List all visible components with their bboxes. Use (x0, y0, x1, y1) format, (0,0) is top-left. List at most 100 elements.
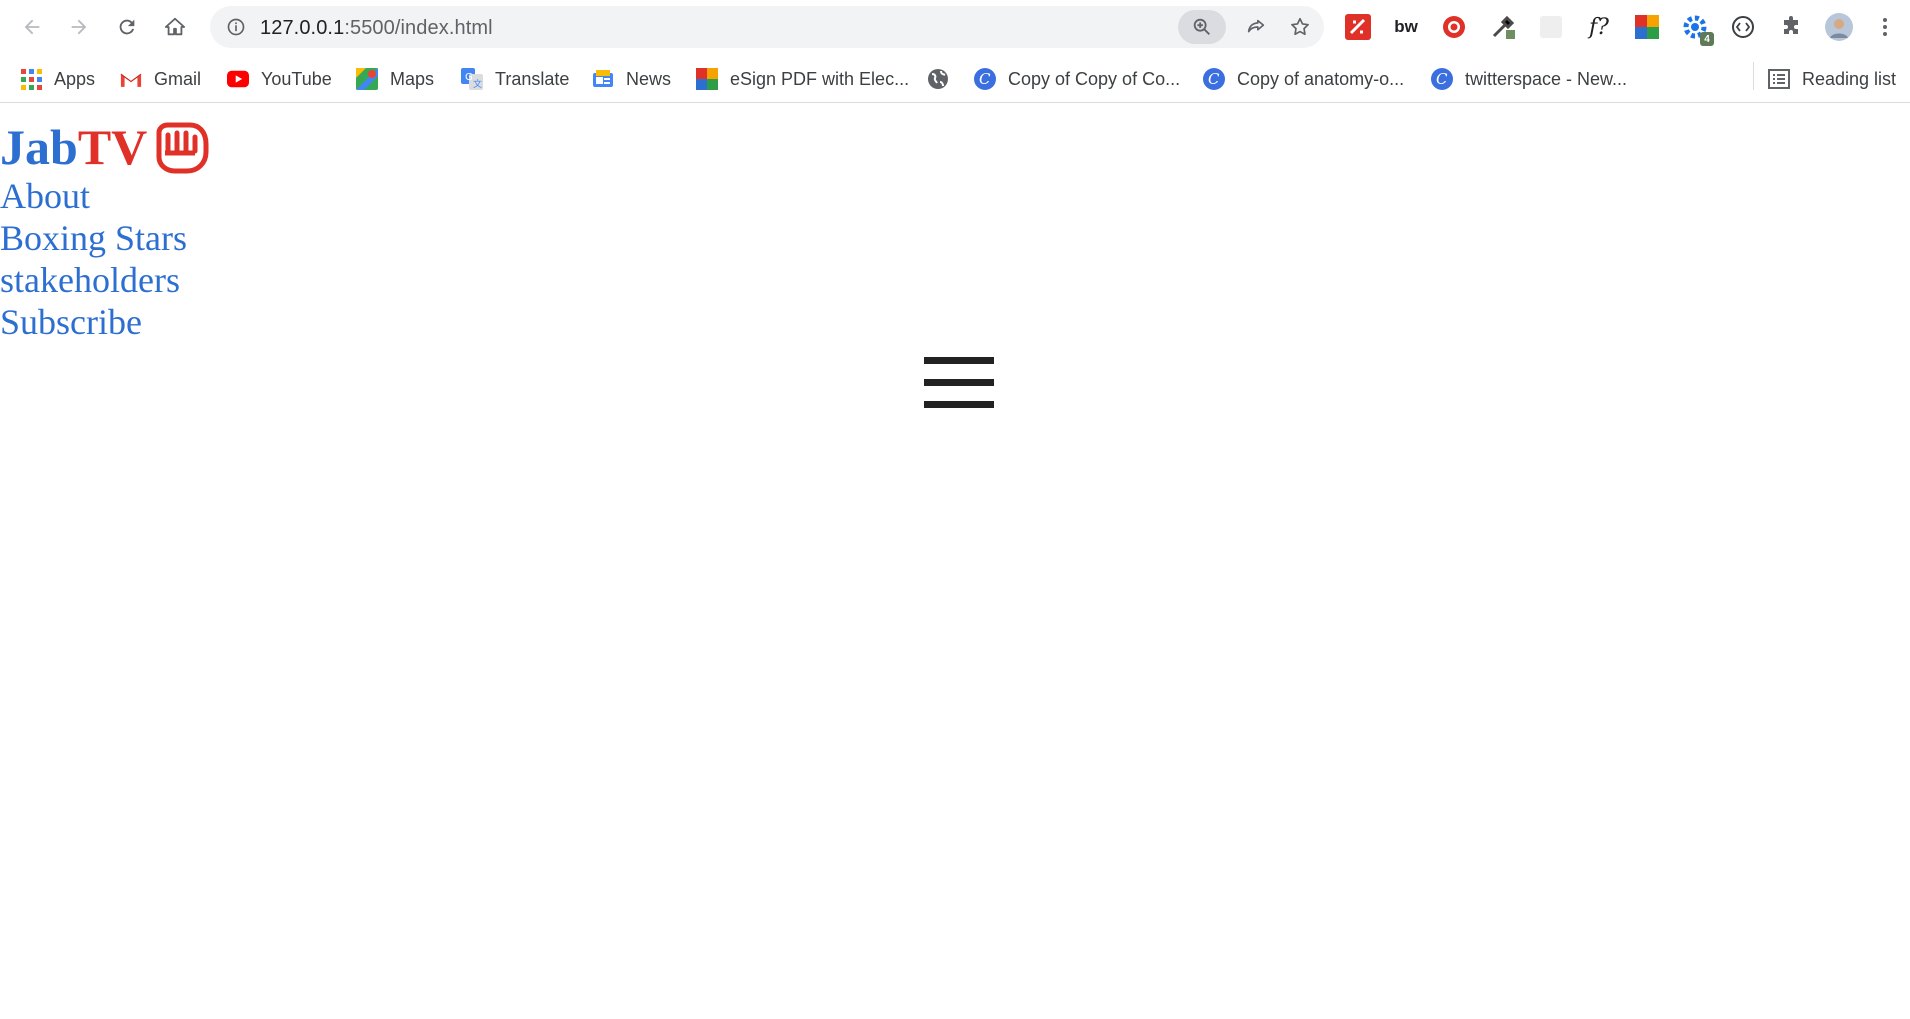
hamburger-bar (924, 401, 994, 408)
svg-text:C: C (1436, 70, 1448, 88)
maps-icon (356, 68, 378, 90)
nav-link-stakeholders[interactable]: stakeholders (0, 259, 187, 301)
pdf-extension-icon[interactable] (1343, 12, 1373, 42)
arrow-right-icon (71, 19, 87, 35)
share-button[interactable] (1236, 10, 1276, 44)
bookmark-label: twitterspace - New... (1465, 68, 1628, 89)
bookmark-globe[interactable] (927, 66, 961, 92)
svg-text:C: C (1208, 70, 1220, 88)
svg-text:文: 文 (473, 78, 482, 90)
home-icon (164, 17, 186, 36)
reading-list-label: Reading list (1802, 68, 1897, 89)
blank-square-icon (1540, 16, 1562, 38)
arrow-left-icon (24, 19, 40, 35)
gmail-icon (120, 68, 142, 90)
esign-icon (696, 68, 718, 90)
extension-badge: 4 (1700, 32, 1714, 46)
blank-extension-icon[interactable] (1536, 12, 1566, 42)
info-icon[interactable] (226, 17, 246, 37)
share-icon (1247, 19, 1265, 33)
extensions-button[interactable] (1776, 12, 1806, 42)
bookmark-youtube[interactable]: YouTube (227, 66, 332, 92)
chrome-menu-button[interactable] (1870, 12, 1900, 42)
zoom-in-icon (1193, 18, 1210, 35)
bookmark-apps[interactable]: Apps (20, 66, 95, 92)
nav-link-about[interactable]: About (0, 175, 187, 217)
svg-text:C: C (979, 70, 991, 88)
nav-link-boxing-stars[interactable]: Boxing Stars (0, 217, 187, 259)
code-extension-icon[interactable] (1728, 12, 1758, 42)
reading-list-button[interactable]: Reading list (1768, 66, 1896, 92)
fonts-label: f? (1589, 14, 1609, 40)
url-host: 127.0.0.1 (260, 17, 345, 39)
record-extension-icon[interactable] (1439, 12, 1469, 42)
apps-grid-icon (20, 68, 42, 90)
eyedropper-icon (1492, 15, 1515, 39)
bookmark-canva-1[interactable]: C Copy of Copy of Co... (974, 66, 1180, 92)
hamburger-bar (924, 379, 994, 386)
canva-icon: C (1203, 68, 1225, 90)
bw-label: bw (1394, 17, 1418, 36)
site-logo[interactable]: Jab TV (0, 117, 209, 177)
reading-list-icon (1768, 68, 1790, 90)
bookmark-label: YouTube (261, 68, 332, 89)
zoom-button[interactable] (1178, 10, 1226, 44)
bookmark-label: Translate (495, 68, 570, 89)
logo-text-jab: Jab (0, 119, 78, 175)
youtube-icon (227, 68, 249, 90)
color-grid-icon (1635, 15, 1659, 39)
reload-icon (119, 19, 135, 35)
bookmark-maps[interactable]: Maps (356, 66, 434, 92)
bookmark-news[interactable]: News (592, 66, 671, 92)
hamburger-bar (924, 357, 994, 364)
avatar-icon (1825, 13, 1853, 41)
star-icon (1291, 17, 1309, 36)
forward-button[interactable] (63, 11, 95, 43)
bookmark-esign[interactable]: eSign PDF with Elec... (696, 66, 909, 92)
svg-text:G: G (465, 72, 473, 83)
home-button[interactable] (159, 11, 191, 43)
bookmarks-bar: Apps Gmail YouTube Maps G文 Translate New… (0, 54, 1910, 103)
bookmark-label: Apps (54, 68, 96, 89)
boxing-glove-icon (156, 122, 209, 174)
bookmark-label: Maps (390, 68, 435, 89)
bookmarks-separator (1753, 62, 1754, 90)
puzzle-icon (1784, 16, 1798, 34)
reload-button[interactable] (111, 11, 143, 43)
bookmark-star-button[interactable] (1280, 10, 1320, 44)
bookmark-label: News (626, 68, 672, 89)
bookmark-label: Copy of Copy of Co... (1008, 68, 1181, 89)
bookmark-gmail[interactable]: Gmail (120, 66, 201, 92)
bookmark-canva-2[interactable]: C Copy of anatomy-o... (1203, 66, 1404, 92)
fonts-extension-icon[interactable]: f? (1584, 12, 1614, 42)
bookmark-translate[interactable]: G文 Translate (461, 66, 569, 92)
canva-icon: C (974, 68, 996, 90)
url-path: :5500/index.html (344, 17, 493, 39)
bookmark-label: Copy of anatomy-o... (1237, 68, 1405, 89)
bookmark-label: eSign PDF with Elec... (730, 68, 910, 89)
code-circle-icon (1732, 16, 1754, 38)
back-button[interactable] (16, 11, 48, 43)
pdf-icon (1345, 14, 1371, 40)
record-icon (1443, 16, 1465, 38)
browser-toolbar: 127.0.0.1:5500/index.html bw f? 4 (0, 0, 1910, 54)
bookmark-canva-3[interactable]: C twitterspace - New... (1431, 66, 1627, 92)
colorgrid-extension-icon[interactable] (1632, 12, 1662, 42)
nav-link-subscribe[interactable]: Subscribe (0, 301, 187, 343)
translate-icon: G文 (461, 68, 483, 90)
nav-menu: About Boxing Stars stakeholders Subscrib… (0, 175, 187, 343)
kebab-menu-icon (1883, 18, 1887, 36)
page-content: Jab TV About Boxing Stars stakeholders Su… (0, 103, 1910, 1019)
hamburger-menu-icon[interactable] (924, 357, 994, 413)
gear-extension-icon[interactable]: 4 (1680, 12, 1714, 46)
url-text[interactable]: 127.0.0.1:5500/index.html (260, 17, 493, 40)
news-icon (592, 68, 614, 90)
profile-avatar[interactable] (1824, 12, 1854, 42)
logo-text-tv: TV (77, 119, 148, 175)
address-bar[interactable]: 127.0.0.1:5500/index.html (210, 6, 1324, 48)
bookmark-label: Gmail (154, 68, 202, 89)
globe-icon (927, 68, 949, 90)
bw-extension-icon[interactable]: bw (1391, 12, 1421, 42)
canva-icon: C (1431, 68, 1453, 90)
eyedropper-extension-icon[interactable] (1488, 12, 1518, 42)
